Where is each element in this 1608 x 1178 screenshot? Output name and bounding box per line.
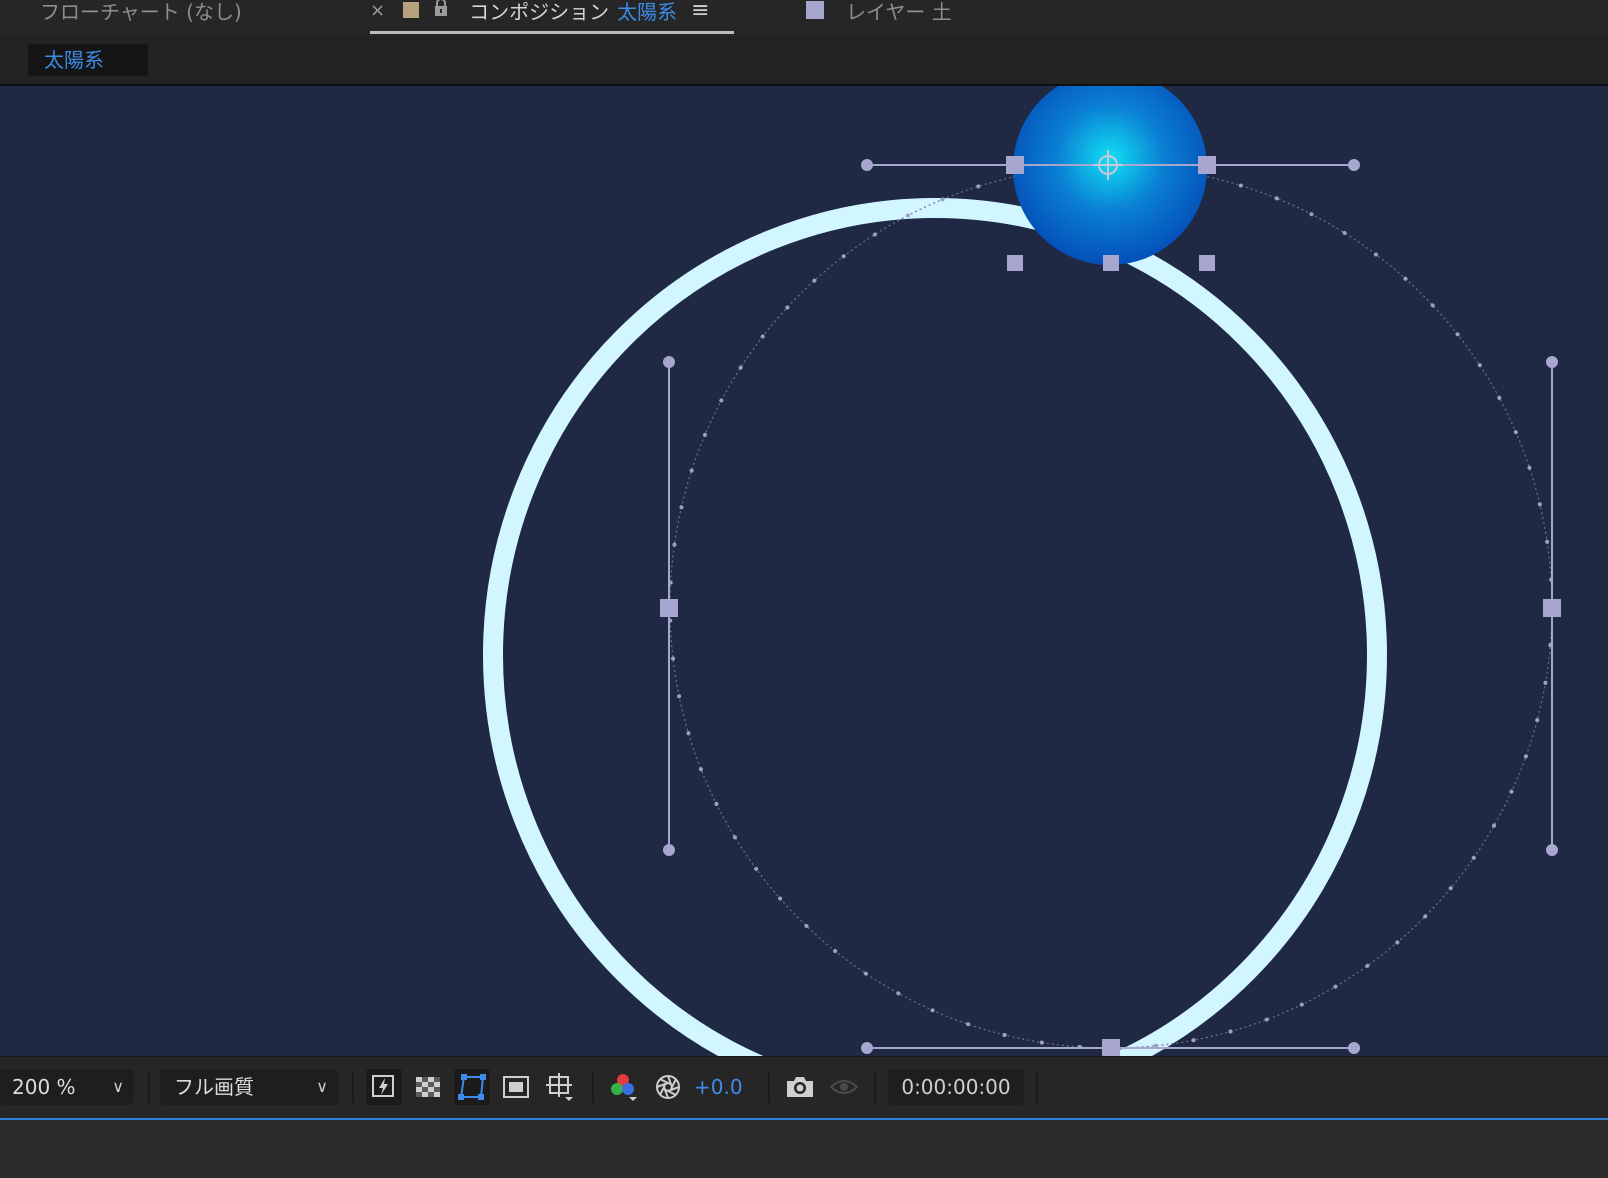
lock-icon[interactable] [433,0,449,22]
chevron-down-icon: ∨ [316,1077,328,1096]
show-snapshot-icon [829,1080,859,1094]
composition-viewer[interactable] [0,86,1608,1056]
chevron-down-icon: ∨ [112,1077,124,1096]
mask-path-button[interactable] [454,1069,490,1105]
tab-flowchart-label: フローチャート (なし) [40,0,242,24]
zoom-value: 200 % [12,1075,76,1099]
tab-layer-label: レイヤー 土 [846,0,952,24]
exposure-value[interactable]: +0.0 [694,1069,743,1105]
orbit-ring[interactable] [483,198,1387,1056]
fast-preview-button[interactable] [366,1069,402,1105]
timeline-panel-area [0,1120,1608,1178]
transparency-grid-button[interactable] [410,1069,446,1105]
guides-icon [546,1073,573,1101]
active-tab-indicator [370,31,734,34]
snapshot-icon [787,1077,813,1097]
toolbar-divider [768,1071,770,1103]
toolbar-divider [1036,1071,1038,1103]
planet-layer[interactable] [1013,86,1207,265]
reset-exposure-button[interactable] [650,1069,686,1105]
current-time-display[interactable]: 0:00:00:00 [888,1069,1024,1105]
fast-preview-icon [372,1075,394,1097]
bezier-handles-left[interactable] [660,356,678,856]
breadcrumb[interactable]: 太陽系 [28,44,148,76]
tab-layer[interactable]: レイヤー 土 [806,0,952,26]
show-snapshot-button[interactable] [826,1069,862,1105]
timecode-value: 0:00:00:00 [901,1075,1011,1099]
layer-color-swatch [806,1,824,19]
motion-path[interactable] [669,165,1553,1049]
color-channels-button[interactable] [606,1069,642,1105]
tab-flowchart[interactable]: フローチャート (なし) [40,0,242,26]
viewer-canvas[interactable] [0,86,1608,1056]
zoom-dropdown[interactable]: 200 % ∨ [0,1069,134,1105]
toolbar-divider [148,1071,150,1103]
region-of-interest-button[interactable] [498,1069,534,1105]
tab-composition-name: 太陽系 [617,0,678,24]
panel-tab-bar: フローチャート (なし) × コンポジション 太陽系 ≡ レイヤー 土 [0,0,1608,36]
toolbar-divider [592,1071,594,1103]
panel-menu-icon[interactable]: ≡ [691,0,709,23]
region-of-interest-icon [503,1076,529,1098]
tab-composition[interactable]: × コンポジション 太陽系 ≡ [370,0,710,26]
color-channels-icon [611,1074,637,1101]
viewer-toolbar: 200 % ∨ フル画質 ∨ +0.0 0:00:00:00 [0,1056,1608,1119]
toolbar-divider [352,1071,354,1103]
mask-path-icon [458,1074,486,1100]
composition-color-swatch [403,2,420,18]
close-icon[interactable]: × [370,0,385,21]
tab-composition-prefix: コンポジション [469,0,610,24]
resolution-dropdown[interactable]: フル画質 ∨ [160,1069,338,1105]
take-snapshot-button[interactable] [782,1069,818,1105]
guides-options-button[interactable] [542,1069,578,1105]
motion-path-keyframe-dots [668,164,1554,1050]
bezier-handles-right[interactable] [1543,356,1561,856]
breadcrumb-label: 太陽系 [44,48,104,72]
transparency-grid-icon [416,1077,440,1097]
composition-breadcrumb-bar: 太陽系 [0,36,1608,86]
exposure-icon [656,1075,680,1099]
layer-bounds-handles[interactable] [1007,255,1215,271]
toolbar-divider [874,1071,876,1103]
bezier-handles-bottom[interactable] [861,1039,1360,1056]
resolution-value: フル画質 [174,1075,254,1099]
